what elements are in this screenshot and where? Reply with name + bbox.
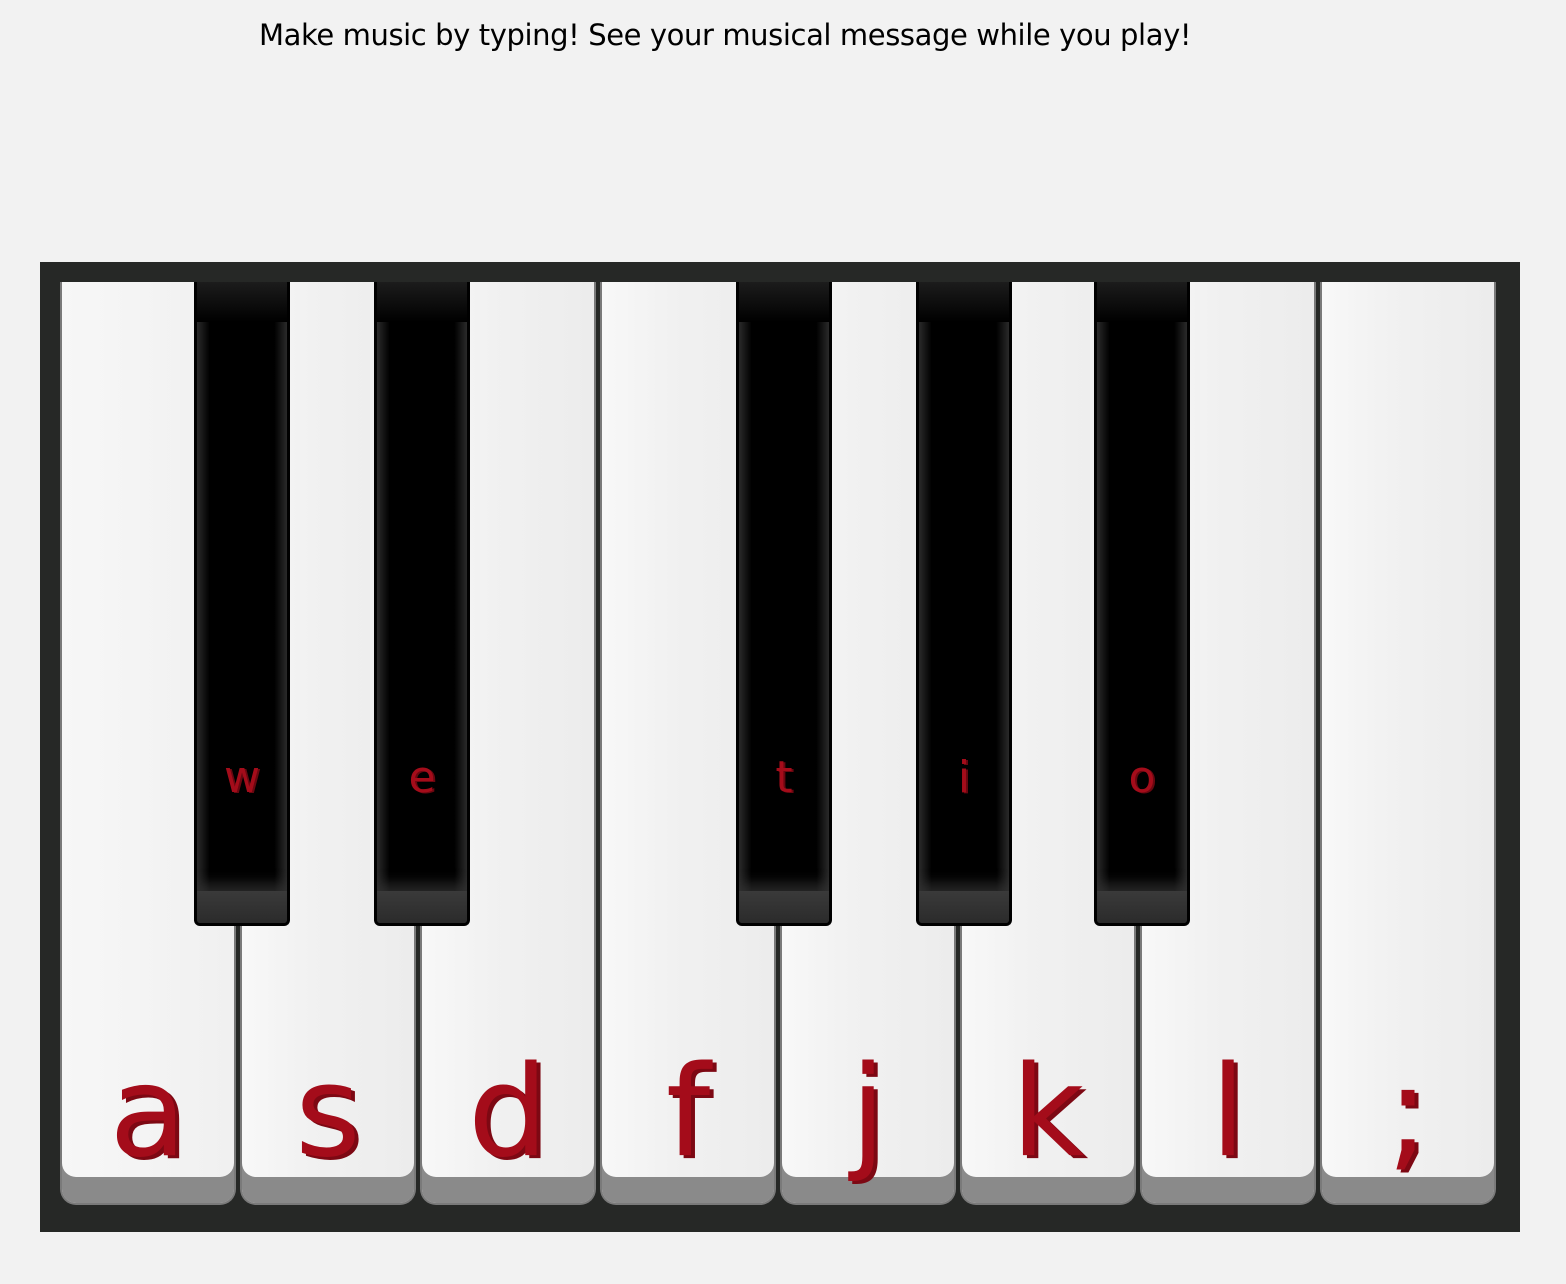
white-key-semicolon[interactable]: ;	[1320, 282, 1496, 1205]
key-label: d	[468, 1038, 548, 1185]
key-label: t	[775, 752, 793, 803]
key-label: f	[665, 1038, 711, 1185]
key-label: o	[1128, 752, 1156, 803]
key-label: s	[295, 1038, 361, 1185]
key-label: j	[850, 1038, 886, 1185]
key-label: e	[408, 752, 436, 803]
black-key-t[interactable]: t	[736, 282, 832, 926]
piano-keyboard: a s d f j k l ; w e t i o	[40, 262, 1520, 1232]
key-label: i	[957, 752, 971, 803]
black-key-i[interactable]: i	[916, 282, 1012, 926]
key-label: k	[1011, 1038, 1085, 1185]
key-label: a	[109, 1038, 187, 1185]
key-label: ;	[1386, 1038, 1430, 1185]
key-label: l	[1210, 1038, 1246, 1185]
key-label: w	[224, 752, 260, 803]
intro-text: Make music by typing! See your musical m…	[259, 18, 1192, 52]
black-key-o[interactable]: o	[1094, 282, 1190, 926]
black-key-w[interactable]: w	[194, 282, 290, 926]
black-key-e[interactable]: e	[374, 282, 470, 926]
